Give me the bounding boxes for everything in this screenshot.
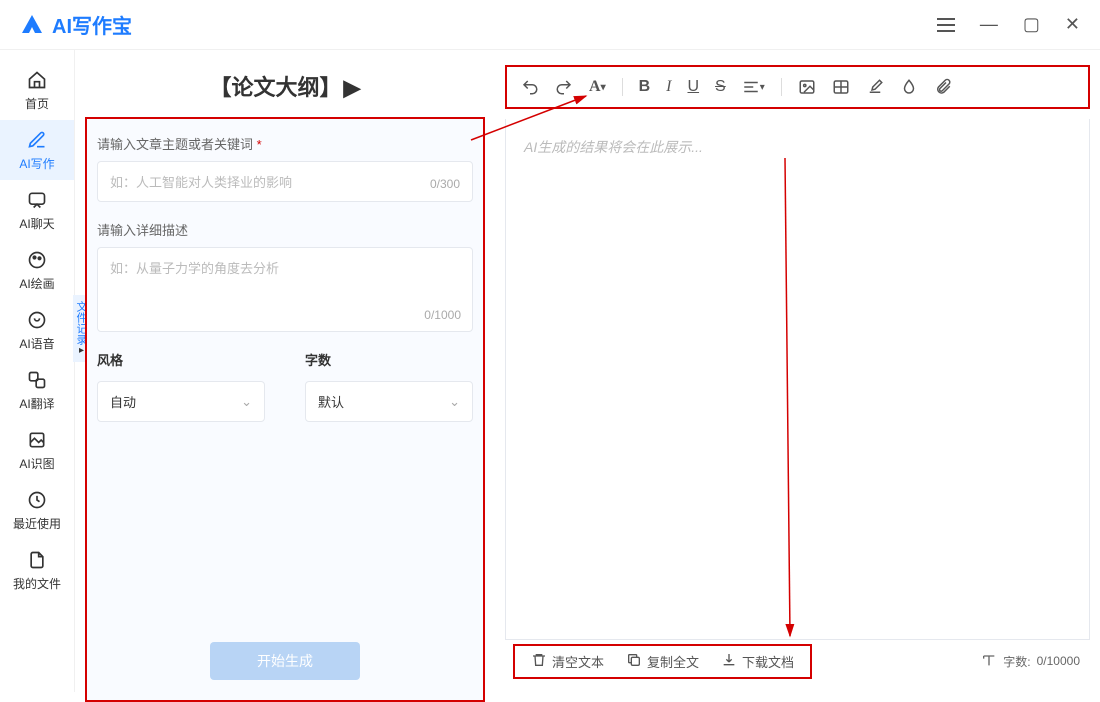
topic-label: 请输入文章主题或者关键词 *: [97, 134, 473, 153]
palette-icon: [26, 249, 48, 271]
desc-label: 请输入详细描述: [97, 220, 473, 239]
sidebar-item-ai-voice[interactable]: AI语音: [0, 300, 74, 360]
home-icon: [26, 69, 48, 91]
image-scan-icon: [26, 429, 48, 451]
menu-icon[interactable]: [937, 18, 955, 32]
file-icon: [26, 549, 48, 571]
style-label: 风格: [97, 350, 265, 369]
words-select[interactable]: 默认 ⌄: [305, 381, 473, 422]
dropdown-triangle-icon[interactable]: ▶: [344, 75, 361, 101]
words-label: 字数: [305, 350, 473, 369]
redo-button[interactable]: [555, 78, 573, 96]
sidebar-item-label: 首页: [25, 95, 49, 112]
clock-icon: [26, 489, 48, 511]
sidebar-item-home[interactable]: 首页: [0, 60, 74, 120]
toolbar-divider: [781, 78, 782, 96]
minimize-button[interactable]: —: [980, 14, 998, 35]
voice-icon: [26, 309, 48, 331]
droplet-button[interactable]: [900, 78, 918, 96]
editor-placeholder: AI生成的结果将会在此展示...: [524, 139, 703, 155]
sidebar-item-ai-image[interactable]: AI识图: [0, 420, 74, 480]
left-panel: 【论文大纲】▶ 文件记录▸ 请输入文章主题或者关键词 * 如：人工智能对人类择业…: [75, 50, 495, 692]
sidebar-item-ai-drawing[interactable]: AI绘画: [0, 240, 74, 300]
strikethrough-button[interactable]: S: [715, 78, 726, 96]
sidebar-item-label: 最近使用: [13, 515, 61, 532]
chat-icon: [26, 189, 48, 211]
topic-char-count: 0/300: [430, 177, 460, 191]
bottom-actions: 清空文本 复制全文 下载文档: [513, 644, 812, 679]
table-button[interactable]: [832, 78, 850, 96]
undo-button[interactable]: [521, 78, 539, 96]
maximize-button[interactable]: ▢: [1023, 14, 1040, 35]
bold-button[interactable]: B: [639, 78, 651, 96]
clear-button[interactable]: 清空文本: [531, 652, 604, 671]
font-color-button[interactable]: A▾: [589, 78, 606, 96]
app-logo: AI写作宝: [20, 10, 132, 39]
style-select[interactable]: 自动 ⌄: [97, 381, 265, 422]
sidebar: 首页 AI写作 AI聊天 AI绘画 AI语音 AI翻译 AI识图 最近使用: [0, 50, 75, 692]
topic-input[interactable]: 如：人工智能对人类择业的影响 0/300: [97, 161, 473, 202]
sidebar-item-label: AI识图: [19, 455, 54, 472]
sidebar-item-ai-chat[interactable]: AI聊天: [0, 180, 74, 240]
attachment-button[interactable]: [934, 78, 952, 96]
download-button[interactable]: 下载文档: [721, 652, 794, 671]
sidebar-item-label: AI语音: [19, 335, 54, 352]
edit-icon: [26, 129, 48, 151]
sidebar-item-label: AI写作: [19, 155, 54, 172]
brush-button[interactable]: [866, 78, 884, 96]
right-panel: A▾ B I U S ▾ AI生成的结果将会在此展示...: [495, 50, 1100, 692]
main-area: 【论文大纲】▶ 文件记录▸ 请输入文章主题或者关键词 * 如：人工智能对人类择业…: [75, 50, 1100, 692]
generate-button[interactable]: 开始生成: [210, 642, 360, 680]
sidebar-item-ai-translate[interactable]: AI翻译: [0, 360, 74, 420]
close-button[interactable]: ✕: [1065, 14, 1080, 35]
translate-icon: [26, 369, 48, 391]
title-bar: AI写作宝 — ▢ ✕: [0, 0, 1100, 50]
image-button[interactable]: [798, 78, 816, 96]
italic-button[interactable]: I: [666, 78, 671, 96]
copy-button[interactable]: 复制全文: [626, 652, 699, 671]
toolbar-divider: [622, 78, 623, 96]
page-title: 【论文大纲】▶: [85, 65, 485, 117]
bottom-bar: 清空文本 复制全文 下载文档 字数: 0/10000: [505, 640, 1090, 682]
chevron-down-icon: ⌄: [449, 394, 460, 410]
sidebar-item-label: AI翻译: [19, 395, 54, 412]
sidebar-item-recent[interactable]: 最近使用: [0, 480, 74, 540]
sidebar-item-label: 我的文件: [13, 575, 61, 592]
editor-toolbar: A▾ B I U S ▾: [505, 65, 1090, 109]
desc-textarea[interactable]: 如：从量子力学的角度去分析: [97, 247, 473, 332]
sidebar-item-my-files[interactable]: 我的文件: [0, 540, 74, 600]
trash-icon: [531, 652, 547, 671]
text-count-icon: [981, 652, 997, 671]
download-icon: [721, 652, 737, 671]
sidebar-item-ai-writing[interactable]: AI写作: [0, 120, 74, 180]
window-controls: — ▢ ✕: [937, 14, 1080, 35]
copy-icon: [626, 652, 642, 671]
sidebar-item-label: AI聊天: [19, 215, 54, 232]
editor-output[interactable]: AI生成的结果将会在此展示...: [505, 119, 1090, 640]
chevron-down-icon: ⌄: [241, 394, 252, 410]
word-count: 字数: 0/10000: [981, 652, 1090, 671]
underline-button[interactable]: U: [687, 78, 699, 96]
logo-icon: [20, 13, 44, 37]
desc-char-count: 0/1000: [424, 308, 461, 322]
sidebar-item-label: AI绘画: [19, 275, 54, 292]
app-name: AI写作宝: [52, 10, 132, 39]
align-button[interactable]: ▾: [742, 78, 765, 96]
input-form: 请输入文章主题或者关键词 * 如：人工智能对人类择业的影响 0/300 请输入详…: [85, 117, 485, 702]
